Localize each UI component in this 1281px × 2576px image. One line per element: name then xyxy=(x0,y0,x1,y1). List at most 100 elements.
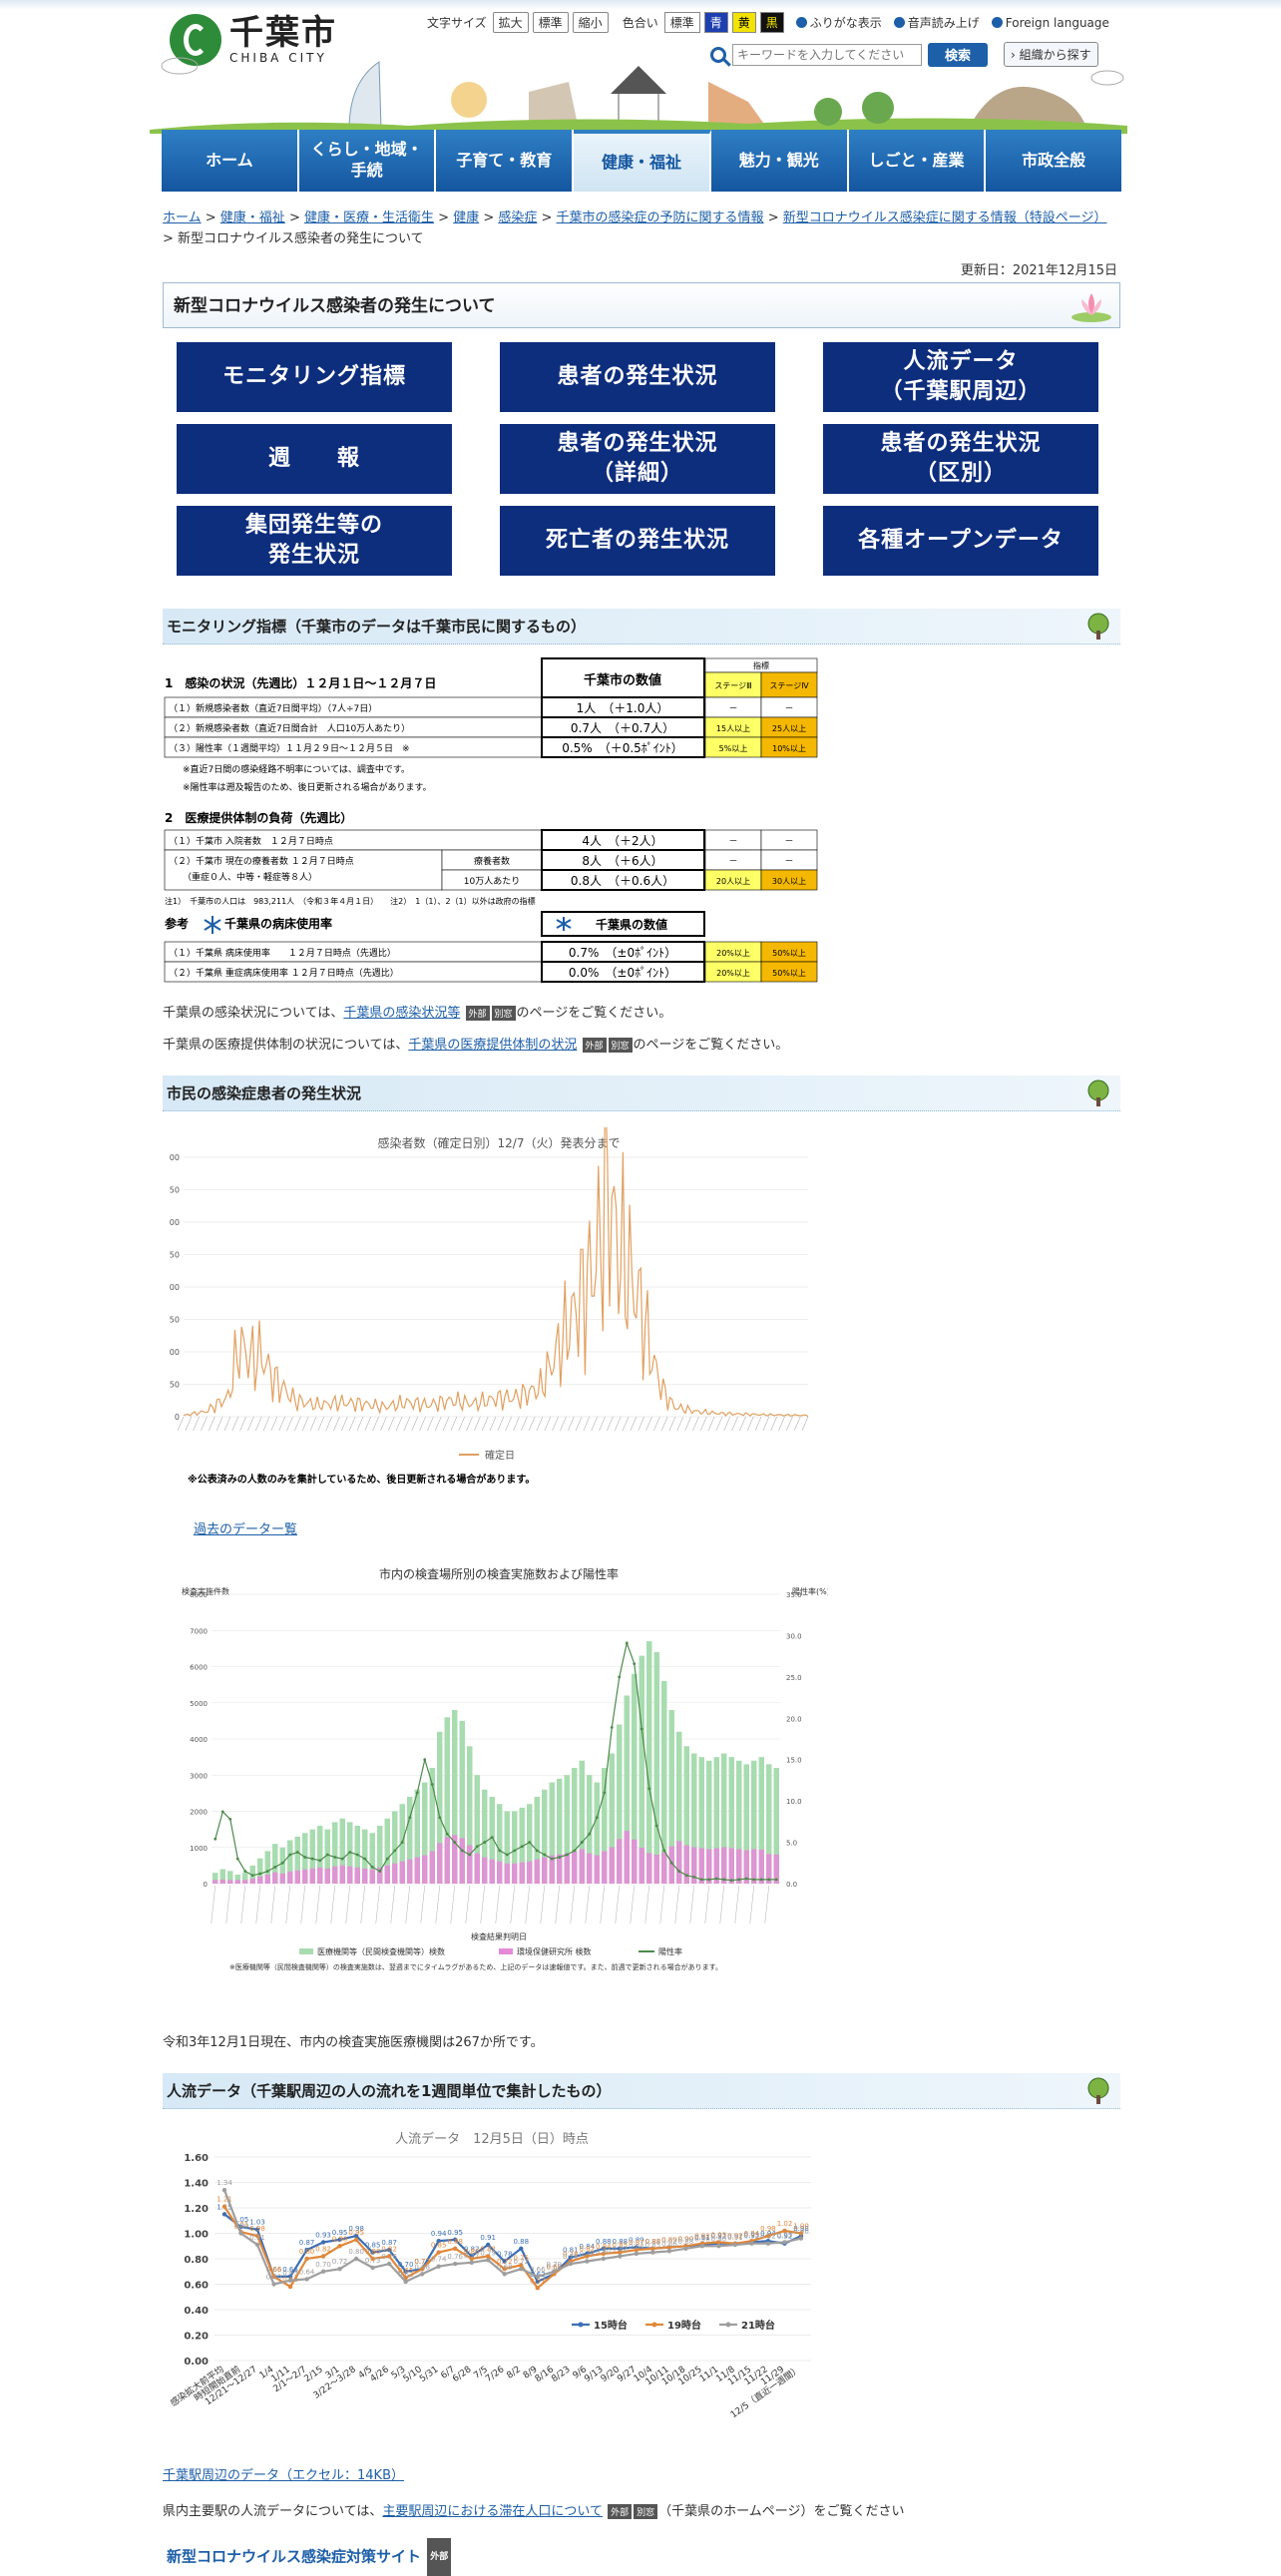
x-tick-mark xyxy=(676,1416,684,1432)
breadcrumb-link[interactable]: 健康・医療・生活衛生 xyxy=(304,211,434,225)
updated-date: 更新日：2021年12月15日 xyxy=(960,263,1117,278)
x-tick-mark xyxy=(754,1416,762,1432)
data-label: 0.72 xyxy=(513,2258,529,2266)
svg-text:千葉県の病床使用率: 千葉県の病床使用率 xyxy=(224,916,332,931)
flow-point xyxy=(519,2246,524,2251)
x-tick-label: 8/23 xyxy=(550,2364,572,2384)
svg-text:療養者数: 療養者数 xyxy=(474,855,510,867)
nav-childcare[interactable]: 子育て・教育 xyxy=(436,130,575,192)
x-tick-mark xyxy=(614,1416,622,1432)
x-tick-mark xyxy=(723,1416,730,1432)
chart-note: ※医療機関等（民間検査機関等）の検査実施数は、翌週までにタイムラグがあるため、上… xyxy=(229,1962,722,1971)
x-tick-mark xyxy=(255,1885,260,1925)
data-label: 0.91 xyxy=(727,2234,743,2242)
font-smaller-button[interactable]: 縮小 xyxy=(572,12,609,33)
x-tick-mark xyxy=(607,1416,614,1432)
lab-bar xyxy=(676,1841,682,1884)
x-tick-mark xyxy=(481,1416,489,1432)
x-tick-mark xyxy=(255,1416,262,1432)
excel-download-link[interactable]: 千葉駅周辺のデータ（エクセル：14KB） xyxy=(163,2468,404,2483)
flow-point xyxy=(568,2261,573,2267)
font-larger-button[interactable]: 拡大 xyxy=(492,12,529,33)
x-tick-mark xyxy=(659,1885,664,1925)
svg-text:30人以上: 30人以上 xyxy=(772,877,806,886)
x-tick-mark xyxy=(411,1416,418,1432)
lab-bar xyxy=(728,1848,734,1884)
people-flow-button[interactable]: 人流データ （千葉駅周辺） xyxy=(823,342,1098,412)
svg-text:（１）新規感染者数（直近7日間平均）（7人÷7日）: （１）新規感染者数（直近7日間平均）（7人÷7日） xyxy=(169,702,377,714)
x-tick-mark xyxy=(497,1416,505,1432)
nav-tourism[interactable]: 魅力・観光 xyxy=(710,130,849,192)
breadcrumb-link[interactable]: 千葉市の感染症の予防に関する情報 xyxy=(557,211,764,225)
x-tick-mark xyxy=(764,1885,769,1925)
station-flow-paragraph: 県内主要駅の人流データについては、主要駅周辺における滞在人口について 外部 別窓（… xyxy=(163,2504,905,2519)
deaths-button[interactable]: 死亡者の発生状況 xyxy=(500,506,775,576)
lab-bar xyxy=(572,1851,578,1884)
x-tick-mark xyxy=(749,1885,754,1925)
section-heading-site: 新型コロナウイルス感染症対策サイト 外部 xyxy=(163,2538,1120,2576)
lab-bar xyxy=(474,1853,480,1884)
cluster-button[interactable]: 集団発生等の 発生状況 xyxy=(177,506,452,576)
svg-text:（１）千葉市 入院者数 １２月７日時点: （１）千葉市 入院者数 １２月７日時点 xyxy=(169,835,333,847)
breadcrumb-link[interactable]: ホーム xyxy=(163,211,202,225)
lab-bar xyxy=(459,1838,465,1884)
font-size-label: 文字サイズ xyxy=(427,16,487,30)
station-flow-link[interactable]: 主要駅周辺における滞在人口について xyxy=(382,2504,603,2519)
patient-by-ward-button[interactable]: 患者の発生状況 （区別） xyxy=(823,424,1098,494)
excel-paragraph: 千葉駅周辺のデータ（エクセル：14KB） xyxy=(163,2464,404,2483)
x-tick-mark xyxy=(270,1885,275,1925)
x-tick-mark xyxy=(333,1416,340,1432)
pref-infection-link[interactable]: 千葉県の感染状況等 xyxy=(343,1006,460,1021)
x-tick-mark xyxy=(585,1885,590,1925)
color-standard-button[interactable]: 標準 xyxy=(663,12,700,33)
lab-bar xyxy=(257,1876,263,1884)
table-row: （１）千葉県 病床使用率 １２月７日時点（先週比） 0.7% （±0ﾎﾟｲﾝﾄ）… xyxy=(164,941,818,963)
x-tick-mark xyxy=(630,1885,635,1925)
clinic-count-note: 令和3年12月1日現在、市内の検査実施医療機関は267か所です。 xyxy=(163,2035,544,2050)
y-tick-label: 2000 xyxy=(190,1809,208,1817)
past-data-link[interactable]: 過去のデーター覧 xyxy=(194,1522,297,1537)
voice-link[interactable]: 音声読み上げ xyxy=(893,14,980,31)
lab-bar xyxy=(534,1859,540,1884)
breadcrumb-link[interactable]: 健康・福祉 xyxy=(220,211,285,225)
page-title-box: 新型コロナウイルス感染者の発生について xyxy=(163,282,1120,328)
flow-point xyxy=(221,2212,227,2217)
nav-city-admin[interactable]: 市政全般 xyxy=(986,130,1122,192)
x-tick-mark xyxy=(746,1416,754,1432)
foreign-language-link[interactable]: Foreign language xyxy=(991,16,1109,30)
nav-living[interactable]: くらし・地域・ 手続 xyxy=(298,130,437,192)
svg-text:0.7人 （＋0.7人）: 0.7人 （＋0.7人） xyxy=(571,721,674,735)
x-tick-mark xyxy=(630,1416,638,1432)
y-tick-label-right: 35.0 xyxy=(786,1591,802,1599)
color-yellow-button[interactable]: 黄 xyxy=(731,12,756,33)
breadcrumb-link[interactable]: 感染症 xyxy=(498,211,537,225)
breadcrumb-link[interactable]: 新型コロナウイルス感染症に関する情報（特設ページ） xyxy=(783,211,1107,225)
nav-business[interactable]: しごと・産業 xyxy=(848,130,987,192)
patient-status-button[interactable]: 患者の発生状況 xyxy=(500,342,775,412)
x-tick-mark xyxy=(201,1416,208,1432)
x-tick-mark xyxy=(801,1416,809,1432)
monitoring-section-2: 2 医療提供体制の負荷（先週比） （１）千葉市 入院者数 １２月７日時点 4人 … xyxy=(164,810,818,906)
monitoring-button[interactable]: モニタリング指標 xyxy=(177,342,452,412)
logo-text-jp: 千葉市 xyxy=(229,13,337,53)
cases-line xyxy=(183,1082,809,1418)
patient-detail-button[interactable]: 患者の発生状況 （詳細） xyxy=(500,424,775,494)
utility-bar: 文字サイズ 拡大 標準 縮小 色合い 標準 青 黄 黒 ふりがな表示 音声読み上… xyxy=(427,12,1109,33)
y-tick-label: 1.60 xyxy=(184,2153,209,2164)
x-tick-mark xyxy=(388,1416,395,1432)
color-blue-button[interactable]: 青 xyxy=(703,12,728,33)
svg-text:※直近7日間の感染経路不明率については、調査中です。: ※直近7日間の感染経路不明率については、調査中です。 xyxy=(183,763,410,775)
flow-point xyxy=(271,2282,276,2287)
flow-point xyxy=(419,2272,425,2277)
nav-home[interactable]: ホーム xyxy=(162,130,299,192)
breadcrumb-link[interactable]: 健康 xyxy=(453,211,479,225)
furigana-link[interactable]: ふりがな表示 xyxy=(795,14,882,31)
open-data-button[interactable]: 各種オープンデータ xyxy=(823,506,1098,576)
color-black-button[interactable]: 黒 xyxy=(759,12,784,33)
pref-medical-link[interactable]: 千葉県の医療提供体制の状況 xyxy=(408,1038,577,1053)
nav-health[interactable]: 健康・福祉 xyxy=(574,130,711,192)
flow-point xyxy=(403,2279,408,2285)
weekly-report-button[interactable]: 週 報 xyxy=(177,424,452,494)
font-standard-button[interactable]: 標準 xyxy=(532,12,569,33)
y-tick-label: 1.20 xyxy=(184,2204,209,2215)
